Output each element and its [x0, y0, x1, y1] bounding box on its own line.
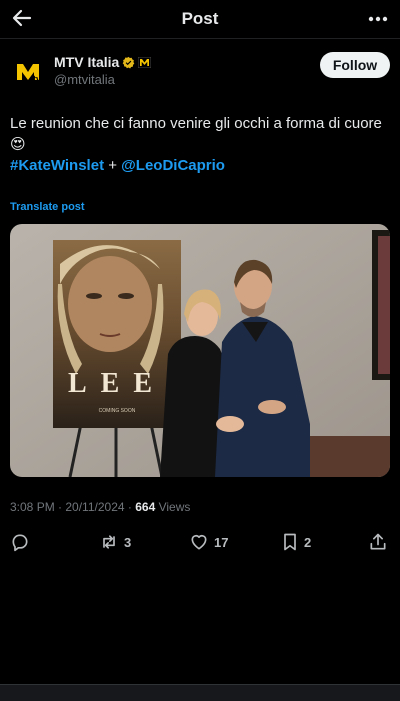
- author-row: tv MTV Italia @mtvitalia Follow: [10, 52, 390, 92]
- svg-text:tv: tv: [33, 74, 41, 84]
- tweet-text: Le reunion che ci fanno venire gli occhi…: [10, 113, 390, 176]
- tweet-connector: +: [108, 157, 117, 174]
- views-label: Views: [158, 500, 191, 514]
- photo-scene: LEE COMING SOON: [10, 224, 390, 477]
- poster-title: LEE: [68, 368, 166, 399]
- post-meta: 3:08 PM · 20/11/2024 · 664 Views: [10, 500, 191, 514]
- like-button[interactable]: 17: [188, 528, 228, 556]
- bookmark-button[interactable]: 2: [280, 528, 311, 556]
- repost-button[interactable]: 3: [98, 528, 131, 556]
- affiliate-badge-icon: [138, 56, 152, 68]
- repost-count: 3: [124, 534, 132, 550]
- like-count: 17: [214, 534, 229, 550]
- follow-button[interactable]: Follow: [320, 52, 390, 78]
- hashtag-link[interactable]: #KateWinslet: [10, 157, 104, 174]
- share-button[interactable]: [368, 528, 388, 556]
- author-name-row[interactable]: MTV Italia: [54, 54, 152, 70]
- header-divider: [0, 38, 400, 39]
- bookmark-count: 2: [304, 534, 312, 550]
- view-count: 664: [135, 500, 156, 514]
- reply-composer[interactable]: [0, 684, 400, 701]
- reply-icon: [12, 534, 28, 552]
- heart-icon: [191, 534, 207, 550]
- repost-icon: [103, 535, 115, 549]
- top-bar: Post: [0, 0, 400, 38]
- mention-link[interactable]: @LeoDiCaprio: [121, 157, 225, 174]
- share-icon: [370, 533, 386, 550]
- poster-tagline: COMING SOON: [99, 408, 136, 414]
- bookmark-icon: [284, 533, 296, 551]
- verified-badge-icon: [123, 56, 135, 68]
- post-image[interactable]: LEE COMING SOON: [10, 224, 390, 477]
- more-horizontal-icon[interactable]: [366, 7, 390, 31]
- action-bar: 3 17 2: [0, 528, 400, 556]
- post-date: 20/11/2024: [65, 500, 125, 514]
- mtv-logo-icon: tv: [10, 54, 46, 90]
- tweet-body: Le reunion che ci fanno venire gli occhi…: [10, 115, 382, 153]
- page-title: Post: [181, 9, 219, 28]
- reply-button[interactable]: [10, 528, 30, 556]
- translate-post-link[interactable]: Translate post: [10, 201, 85, 213]
- author-handle[interactable]: @mtvitalia: [54, 72, 115, 87]
- avatar[interactable]: tv: [10, 54, 46, 90]
- post-time: 3:08 PM: [10, 500, 55, 514]
- author-name: MTV Italia: [54, 54, 120, 70]
